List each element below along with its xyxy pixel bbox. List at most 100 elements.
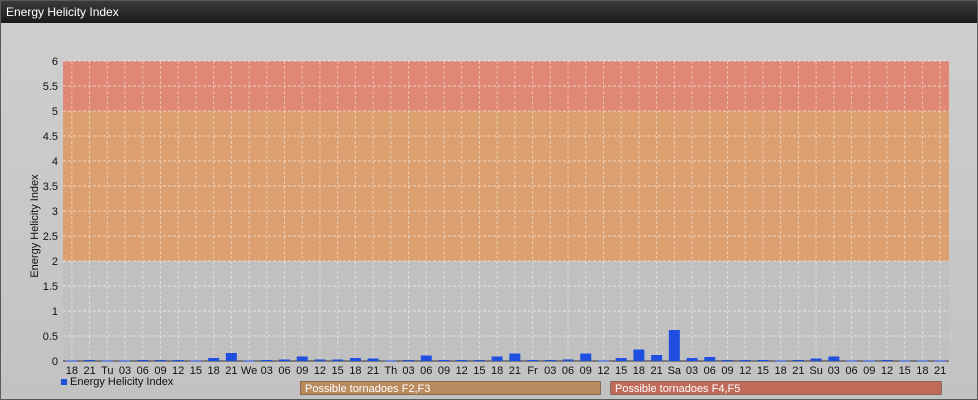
x-tick-label: 12 <box>739 365 751 377</box>
bar <box>261 360 273 361</box>
x-tick-label: 18 <box>775 365 787 377</box>
bar <box>119 360 131 362</box>
x-tick-label: 12 <box>881 365 893 377</box>
bar <box>420 355 432 361</box>
bar <box>739 360 751 361</box>
x-tick-label: 06 <box>562 365 574 377</box>
bar <box>172 360 184 361</box>
y-tick-label: 2.5 <box>43 231 58 243</box>
x-tick-label: 15 <box>473 365 485 377</box>
legend-marker-icon <box>61 379 67 386</box>
x-tick-label: 09 <box>296 365 308 377</box>
y-tick-label: 5.5 <box>43 81 58 93</box>
y-tick-label: 4.5 <box>43 131 58 143</box>
bar <box>934 360 946 362</box>
x-tick-label: 09 <box>580 365 592 377</box>
x-tick-label: 06 <box>704 365 716 377</box>
x-tick-label: 06 <box>845 365 857 377</box>
bar <box>509 353 521 361</box>
y-tick-label: 2 <box>52 256 58 268</box>
x-tick-label: 03 <box>544 365 556 377</box>
bar <box>296 356 308 361</box>
bar <box>916 360 928 362</box>
x-tick-label: 21 <box>934 365 946 377</box>
y-tick-label: 0.5 <box>43 331 58 343</box>
x-tick-label: 18 <box>633 365 645 377</box>
bar <box>722 360 733 361</box>
zone-f4-f5-label: Possible tornadoes F4,F5 <box>615 383 741 395</box>
x-tick-label: 12 <box>314 365 326 377</box>
x-axis-ticks: 18 21 Tu 03 06 09 12 15 18 21 We 03 06 09 12 15 18 21 Th 03… <box>66 365 947 377</box>
x-tick-label: Su <box>809 365 822 377</box>
x-tick-label: 18 <box>916 365 928 377</box>
chart-panel: Energy Helicity Index 0 0.5 1 1.5 2 2.5 3 3.5 4 4… <box>0 0 978 400</box>
bar <box>349 358 361 361</box>
bar <box>84 360 96 361</box>
bar <box>668 330 680 361</box>
bar <box>190 360 202 362</box>
bar <box>633 349 645 361</box>
bar <box>527 360 539 361</box>
x-tick-label: 03 <box>686 365 698 377</box>
y-tick-label: 3 <box>52 206 58 218</box>
bar <box>615 358 627 361</box>
bar <box>544 360 556 361</box>
y-tick-label: 1 <box>52 306 58 318</box>
x-tick-label: 21 <box>509 365 521 377</box>
bar <box>863 360 875 362</box>
x-tick-label: 21 <box>792 365 804 377</box>
bar <box>473 360 485 361</box>
y-tick-label: 3.5 <box>43 181 58 193</box>
x-tick-label: Sa <box>668 365 682 377</box>
bar <box>704 357 716 361</box>
bar <box>491 356 503 361</box>
x-tick-label: 06 <box>278 365 290 377</box>
x-tick-label: 15 <box>757 365 769 377</box>
bar <box>243 360 255 362</box>
bar <box>828 356 840 361</box>
bar <box>792 360 804 361</box>
x-tick-label: 21 <box>650 365 662 377</box>
bar <box>367 358 379 361</box>
y-tick-label: 5 <box>52 106 58 118</box>
x-tick-label: 03 <box>261 365 273 377</box>
x-tick-label: 15 <box>615 365 627 377</box>
x-tick-label: 15 <box>332 365 344 377</box>
x-tick-label: 12 <box>597 365 609 377</box>
x-tick-label: 18 <box>207 365 219 377</box>
legend[interactable]: Energy Helicity Index <box>61 376 173 388</box>
bar <box>438 360 450 361</box>
x-tick-label: Fr <box>527 365 538 377</box>
x-tick-label: 12 <box>456 365 468 377</box>
bar <box>66 360 78 362</box>
x-tick-label: 09 <box>438 365 450 377</box>
bar <box>279 359 290 361</box>
x-tick-label: 15 <box>899 365 911 377</box>
x-tick-label: 03 <box>402 365 414 377</box>
bar <box>101 360 113 362</box>
window-title: Energy Helicity Index <box>6 5 119 19</box>
bar <box>597 360 609 362</box>
y-axis-ticks: 0 0.5 1 1.5 2 2.5 3 3.5 4 4.5 5 5.5 6 <box>43 56 58 368</box>
y-tick-label: 6 <box>52 56 58 68</box>
y-tick-label: 0 <box>52 356 58 368</box>
legend-label: Energy Helicity Index <box>70 376 174 388</box>
zone-f2-f3: Possible tornadoes F2,F3 <box>300 381 601 395</box>
x-tick-label: 06 <box>420 365 432 377</box>
x-tick-label: 09 <box>721 365 733 377</box>
bar <box>899 360 911 362</box>
x-tick-label: 15 <box>190 365 202 377</box>
x-tick-label: 18 <box>349 365 361 377</box>
bar <box>686 358 698 361</box>
bar <box>137 360 149 361</box>
bar <box>456 360 468 361</box>
bar <box>810 358 822 361</box>
y-axis-label: Energy Helicity Index <box>29 174 41 278</box>
y-tick-label: 4 <box>52 156 58 168</box>
zone-f2-f3-label: Possible tornadoes F2,F3 <box>305 383 431 395</box>
x-tick-label: We <box>241 365 257 377</box>
bar <box>154 360 166 361</box>
bar <box>562 359 574 361</box>
title-bar: Energy Helicity Index <box>1 1 977 23</box>
bar <box>580 353 592 361</box>
